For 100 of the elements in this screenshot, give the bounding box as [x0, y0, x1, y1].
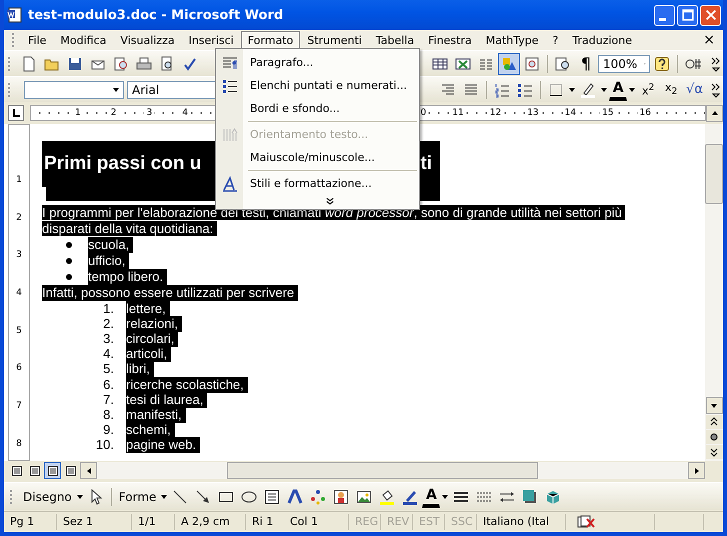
subscript-button[interactable]: x$_{2}$	[660, 78, 682, 100]
scroll-up-button[interactable]	[706, 104, 723, 122]
double-up-arrow-icon	[710, 417, 718, 427]
ruler-number: 2	[108, 108, 118, 118]
draw-menu-button[interactable]: Disegno	[20, 486, 75, 508]
select-browse-object-button[interactable]	[706, 430, 722, 444]
ruler-number: 16	[638, 108, 653, 118]
toolbar-options-icon[interactable]	[711, 82, 721, 98]
left-arrow-icon	[84, 466, 92, 474]
text-direction-icon	[222, 126, 238, 142]
menu-item[interactable]: Stili e formattazione...	[218, 172, 417, 195]
paragraph-icon	[222, 54, 238, 70]
equation-button[interactable]: √α	[683, 78, 706, 100]
menu-item[interactable]: File	[21, 30, 54, 50]
menu-item[interactable]: Maiuscole/minuscole...	[218, 146, 417, 169]
zoom-dropdown[interactable]: 100%	[598, 54, 650, 72]
menu-item[interactable]: Bordi e sfondo...	[218, 97, 417, 120]
scroll-thumb[interactable]	[705, 144, 723, 204]
close-icon	[704, 8, 718, 22]
horizontal-scrollbar[interactable]	[80, 462, 705, 479]
tab-selector-button[interactable]	[8, 105, 24, 121]
spelling-status-icon	[576, 515, 596, 529]
list-item-text: relazioni,	[126, 316, 182, 332]
show-formatting-button[interactable]: ¶	[575, 52, 597, 74]
minimize-icon	[658, 18, 666, 20]
ruler-number: 13	[525, 108, 541, 118]
dropdown-arrow-icon[interactable]	[600, 86, 608, 94]
maximize-icon	[680, 8, 694, 22]
dropdown-arrow-icon[interactable]	[160, 492, 168, 500]
minimize-button[interactable]	[654, 4, 675, 26]
up-arrow-icon	[710, 109, 718, 117]
list-number: 8.	[102, 406, 115, 423]
page-icon	[46, 464, 58, 476]
ruler-number: 12	[488, 108, 504, 118]
menu-item[interactable]: Inserisci	[182, 30, 241, 50]
list-item-text: articoli,	[126, 346, 172, 362]
scroll-left-button[interactable]	[80, 462, 97, 479]
expand-menu-icon[interactable]	[326, 197, 334, 206]
list-number: 6.	[102, 376, 115, 393]
dropdown-arrow-icon	[112, 86, 120, 94]
close-button[interactable]	[700, 4, 721, 26]
page-icon	[10, 464, 22, 476]
superscript-button[interactable]: x$^{2}$	[637, 78, 660, 100]
status-field: 1/1	[132, 514, 175, 530]
menu-item[interactable]: Formato	[240, 30, 300, 50]
toolbar-options-icon[interactable]	[711, 56, 721, 72]
maximize-button[interactable]	[677, 4, 698, 26]
dropdown-arrow-icon[interactable]	[441, 492, 450, 500]
view-button[interactable]	[44, 462, 61, 479]
ruler-number: 4	[180, 108, 190, 118]
heading-text: ti	[420, 152, 433, 176]
menu-item[interactable]: Visualizza	[113, 30, 182, 50]
status-field: REV	[381, 514, 413, 530]
ruler-number: 1	[16, 175, 22, 185]
close-document-button[interactable]: ×	[699, 32, 719, 48]
menu-item[interactable]: Modifica	[53, 30, 114, 50]
menu-item[interactable]: Paragrafo...	[218, 51, 417, 74]
menu-item[interactable]: Finestra	[421, 30, 479, 50]
bullet-icon	[66, 242, 72, 248]
dropdown-arrow-icon[interactable]	[568, 86, 576, 94]
scroll-right-button[interactable]	[688, 462, 705, 479]
menu-item[interactable]: MathType	[478, 30, 546, 50]
page-icon	[64, 464, 76, 476]
menu-item[interactable]: Traduzione	[565, 30, 640, 50]
right-arrow-icon	[692, 466, 700, 474]
menu-item[interactable]: Tabella	[368, 30, 422, 50]
previous-page-button[interactable]	[706, 415, 722, 429]
shapes-menu-button[interactable]: Forme	[116, 486, 160, 508]
ruler-number: 14	[562, 108, 578, 118]
list-item-text: pagine web.	[126, 437, 200, 454]
status-field: SSC	[445, 514, 477, 530]
ruler-number: 7	[16, 401, 22, 412]
list-number: 9.	[102, 422, 115, 438]
font-color-button[interactable]: A	[609, 78, 628, 100]
ruler-number: 5	[16, 326, 22, 336]
menu-item[interactable]: ?	[546, 30, 566, 50]
font-color-button[interactable]: A	[422, 486, 440, 508]
circle-icon	[710, 433, 718, 441]
list-item-text: libri,	[126, 361, 154, 378]
ruler-number: 3	[144, 108, 154, 118]
list-number: 4.	[102, 346, 115, 362]
word-document-icon	[6, 7, 22, 23]
status-field: Col 1	[284, 514, 349, 530]
drawing-icon[interactable]	[498, 52, 520, 74]
scroll-thumb[interactable]	[227, 462, 538, 479]
ruler-number: 15	[600, 108, 616, 118]
ruler-number: 8	[16, 438, 22, 449]
list-item-text: tesi di laurea,	[126, 392, 208, 408]
window-title: test-modulo3.doc - Microsoft Word	[28, 8, 284, 22]
list-item-text: lettere,	[126, 300, 170, 317]
vertical-scrollbar[interactable]	[705, 124, 723, 461]
style-dropdown[interactable]	[24, 80, 124, 98]
scroll-down-button[interactable]	[706, 397, 722, 414]
menu-item[interactable]: Strumenti	[300, 30, 369, 50]
paragraph-text: Infatti, possono essere utilizzati per scrivere	[42, 285, 298, 301]
dropdown-arrow-icon[interactable]	[628, 86, 636, 94]
next-page-button[interactable]	[706, 445, 722, 459]
dropdown-arrow-icon[interactable]	[76, 492, 84, 500]
status-field: REG	[349, 514, 381, 530]
double-down-arrow-icon	[710, 447, 718, 457]
